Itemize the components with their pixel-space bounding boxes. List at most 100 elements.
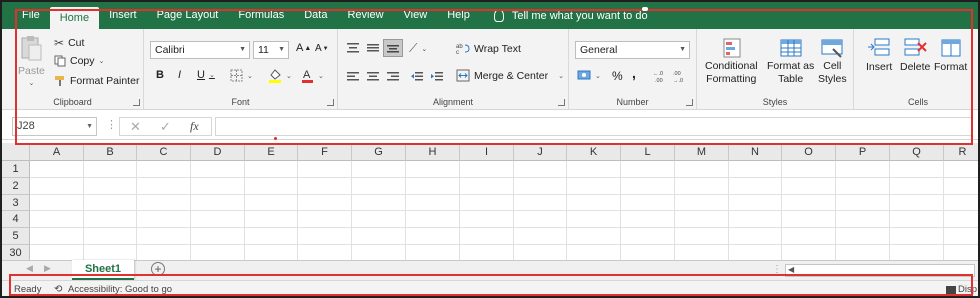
accounting-format-button[interactable]: ⌄ bbox=[577, 69, 601, 82]
row-header[interactable]: 3 bbox=[2, 194, 30, 212]
tab-home[interactable]: Home bbox=[49, 7, 100, 29]
column-header[interactable]: O bbox=[782, 143, 836, 161]
row-header[interactable]: 5 bbox=[2, 228, 30, 245]
row-gridline bbox=[30, 176, 978, 178]
column-header[interactable]: C bbox=[137, 143, 191, 161]
align-bottom-button[interactable] bbox=[383, 39, 403, 57]
cut-button[interactable]: ✂ Cut bbox=[54, 36, 84, 50]
format-cells-label: Format bbox=[934, 61, 968, 73]
column-header[interactable]: E bbox=[245, 143, 298, 161]
italic-button[interactable]: I bbox=[178, 69, 181, 81]
dialog-launcher-icon[interactable] bbox=[327, 99, 334, 106]
select-all-corner[interactable] bbox=[2, 143, 30, 161]
column-header[interactable]: J bbox=[514, 143, 567, 161]
tab-view[interactable]: View bbox=[394, 2, 438, 29]
dialog-launcher-icon[interactable] bbox=[133, 99, 140, 106]
column-header[interactable]: M bbox=[675, 143, 729, 161]
merge-center-button[interactable]: Merge & Center ⌄ bbox=[456, 69, 564, 82]
formula-input[interactable] bbox=[215, 117, 972, 136]
font-size-select[interactable]: 11 ▼ bbox=[253, 41, 289, 59]
align-top-icon[interactable] bbox=[346, 42, 360, 54]
scroll-left-arrow-icon[interactable]: ◀ bbox=[788, 265, 794, 274]
confirm-entry-icon[interactable]: ✓ bbox=[160, 119, 171, 135]
column-header[interactable]: F bbox=[298, 143, 352, 161]
status-display-settings[interactable]: Disp bbox=[958, 281, 977, 296]
conditional-formatting-button[interactable]: Conditional Formatting bbox=[705, 37, 758, 85]
tell-me-search[interactable]: Tell me what you want to do bbox=[493, 2, 648, 29]
cell-styles-label-2: Styles bbox=[818, 73, 847, 85]
wrap-text-button[interactable]: ab c Wrap Text bbox=[456, 42, 521, 56]
add-sheet-icon[interactable]: + bbox=[151, 262, 165, 276]
column-header[interactable]: D bbox=[191, 143, 245, 161]
align-left-icon[interactable] bbox=[346, 71, 360, 83]
tab-help[interactable]: Help bbox=[437, 2, 480, 29]
insert-function-icon[interactable]: fx bbox=[190, 119, 199, 134]
font-color-button[interactable]: A ⌄ bbox=[301, 68, 324, 83]
column-header[interactable]: I bbox=[460, 143, 514, 161]
scroll-left-icon[interactable]: ◀ bbox=[26, 263, 33, 274]
align-middle-icon[interactable] bbox=[366, 42, 380, 54]
comma-style-button[interactable]: , bbox=[632, 65, 636, 81]
wrap-text-label: Wrap Text bbox=[474, 42, 521, 55]
column-header[interactable]: N bbox=[729, 143, 782, 161]
column-header[interactable]: A bbox=[30, 143, 84, 161]
delete-cells-button[interactable]: Delete bbox=[900, 37, 930, 73]
percent-style-button[interactable]: % bbox=[612, 69, 623, 83]
underline-button[interactable]: U ⌄ bbox=[197, 69, 215, 81]
borders-button[interactable]: ⌄ bbox=[230, 69, 253, 82]
orientation-button[interactable]: ⟋ ⌄ bbox=[409, 41, 427, 56]
row-header[interactable]: 4 bbox=[2, 211, 30, 229]
shrink-font-button[interactable]: A ▼ bbox=[315, 43, 329, 54]
sheet-tab-sheet1[interactable]: Sheet1 bbox=[72, 260, 134, 280]
svg-text:c: c bbox=[456, 50, 459, 55]
increase-decimal-icon[interactable]: ←.0.00 bbox=[653, 69, 669, 83]
cell-styles-button[interactable]: Cell Styles bbox=[818, 37, 847, 85]
column-header[interactable]: R bbox=[944, 143, 978, 161]
bold-button[interactable]: B bbox=[156, 69, 164, 81]
horizontal-scrollbar[interactable]: ◀ bbox=[785, 264, 975, 277]
tell-me-label: Tell me what you want to do bbox=[511, 9, 648, 22]
currency-icon bbox=[577, 70, 591, 80]
align-center-icon[interactable] bbox=[366, 71, 380, 83]
align-right-icon[interactable] bbox=[386, 71, 400, 83]
format-painter-button[interactable]: Format Painter bbox=[54, 75, 139, 87]
tab-formulas[interactable]: Formulas bbox=[228, 2, 294, 29]
row-header[interactable]: 2 bbox=[2, 177, 30, 195]
worksheet-grid[interactable]: A B C D E F G H I J K L M N O P Q R 1 2 3 4 5 30 bbox=[2, 143, 978, 262]
insert-cells-icon bbox=[868, 38, 890, 56]
column-header[interactable]: K bbox=[567, 143, 621, 161]
tab-review[interactable]: Review bbox=[337, 2, 393, 29]
fill-color-button[interactable]: ⌄ bbox=[268, 68, 292, 83]
increase-indent-icon[interactable] bbox=[430, 71, 444, 83]
scroll-right-icon[interactable]: ▶ bbox=[44, 263, 51, 274]
column-header[interactable]: G bbox=[352, 143, 406, 161]
dialog-launcher-icon[interactable] bbox=[558, 99, 565, 106]
cancel-entry-icon[interactable]: ✕ bbox=[130, 119, 141, 135]
format-as-table-button[interactable]: Format as Table bbox=[767, 37, 814, 85]
status-accessibility[interactable]: Accessibility: Good to go bbox=[68, 281, 172, 296]
column-header[interactable]: P bbox=[836, 143, 890, 161]
tab-file[interactable]: File bbox=[2, 2, 50, 29]
decrease-decimal-icon[interactable]: .00→.0 bbox=[673, 69, 689, 83]
format-cells-button[interactable]: Format bbox=[934, 37, 967, 73]
font-name-select[interactable]: Calibri ▼ bbox=[150, 41, 250, 59]
tab-split-handle-icon[interactable]: ⋮ bbox=[772, 264, 782, 275]
decrease-indent-icon[interactable] bbox=[410, 71, 424, 83]
tab-data[interactable]: Data bbox=[294, 2, 337, 29]
tab-insert[interactable]: Insert bbox=[99, 2, 147, 29]
number-format-select[interactable]: General ▼ bbox=[575, 41, 690, 59]
align-bottom-icon bbox=[387, 45, 399, 53]
paste-button[interactable]: Paste ⌄ bbox=[18, 35, 45, 87]
column-header[interactable]: H bbox=[406, 143, 460, 161]
dialog-launcher-icon[interactable] bbox=[686, 99, 693, 106]
insert-cells-button[interactable]: Insert bbox=[866, 37, 892, 73]
column-header[interactable]: L bbox=[621, 143, 675, 161]
tab-page-layout[interactable]: Page Layout bbox=[147, 2, 229, 29]
column-header[interactable]: Q bbox=[890, 143, 944, 161]
row-header[interactable]: 1 bbox=[2, 161, 30, 178]
number-group-label: Number bbox=[616, 97, 649, 107]
column-header[interactable]: B bbox=[84, 143, 137, 161]
grow-font-button[interactable]: A ▲ bbox=[296, 42, 311, 54]
name-box[interactable]: J28 ▼ bbox=[12, 117, 97, 136]
copy-button[interactable]: Copy ⌄ bbox=[54, 55, 104, 67]
